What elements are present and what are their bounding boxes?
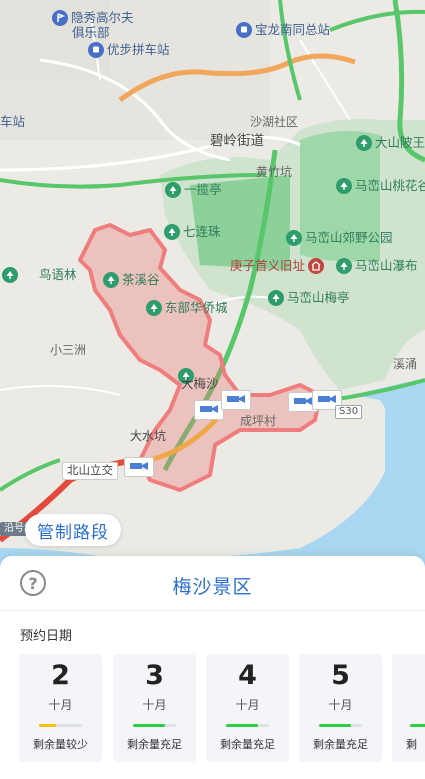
map-view[interactable]: 隐秀高尔夫 俱乐部 宝龙南同总站 优步拼车站 车站 沙湖社区 碧岭街道 大山陂王…	[0, 0, 425, 570]
tree-icon	[164, 224, 180, 240]
traffic-camera-icon[interactable]	[194, 400, 224, 420]
map-poi-dashan[interactable]: 大山陂王	[356, 135, 425, 151]
map-poi-youbu[interactable]: 优步拼车站	[88, 42, 170, 58]
map-poi-chengping: 成坪村	[240, 414, 277, 428]
date-card[interactable]: 5 十月 剩余量充足	[299, 654, 382, 762]
availability-bar	[226, 724, 269, 727]
date-day: 5	[331, 660, 350, 691]
tree-icon	[286, 230, 302, 246]
availability-status: 剩余量充足	[220, 738, 275, 751]
date-month: 十月	[48, 698, 73, 712]
bus-station-icon	[88, 42, 104, 58]
map-poi-pubu[interactable]: 马峦山瀑布	[336, 258, 418, 274]
map-poi-meiting[interactable]: 马峦山梅亭	[268, 290, 350, 306]
map-base	[0, 0, 425, 570]
map-poi-dameisha[interactable]: 大梅沙	[178, 362, 219, 391]
map-poi-dongbu[interactable]: 东部华侨城	[146, 300, 228, 316]
tree-icon	[146, 300, 162, 316]
divider	[0, 610, 425, 611]
landmark-icon	[308, 258, 325, 274]
map-poi-jiaoye[interactable]: 马峦山郊野公园	[286, 230, 393, 246]
availability-status: 剩余量充足	[313, 738, 368, 751]
sheet-title: 梅沙景区	[172, 576, 253, 598]
availability-bar	[319, 724, 362, 727]
map-poi-qilian[interactable]: 七连珠	[164, 224, 221, 240]
tree-icon	[268, 290, 284, 306]
availability-bar	[410, 724, 425, 727]
date-card[interactable]: 2 十月 剩余量较少	[19, 654, 102, 762]
availability-status: 剩	[406, 738, 417, 751]
tree-icon	[2, 267, 18, 283]
map-poi-chaxi[interactable]: 茶溪谷	[103, 272, 160, 288]
map-poi-xiaosan: 小三洲	[50, 343, 87, 357]
restricted-road-button[interactable]: 管制路段	[25, 514, 121, 546]
date-month: 十月	[328, 698, 353, 712]
tree-icon	[336, 178, 352, 194]
map-poi-dashuikeng: 大水坑	[130, 429, 167, 443]
map-poi-gengzi[interactable]: 庚子首义旧址	[230, 258, 327, 274]
map-poi-yilan[interactable]: 一揽亭	[165, 182, 222, 198]
date-card[interactable]: 剩	[392, 654, 425, 762]
date-card[interactable]: 3 十月 剩余量充足	[113, 654, 196, 762]
date-month: 十月	[142, 698, 167, 712]
date-day: 3	[145, 660, 164, 691]
tree-icon	[356, 135, 372, 151]
map-poi-yinxiu-line2: 俱乐部	[72, 25, 110, 40]
date-month: 十月	[235, 698, 260, 712]
traffic-camera-icon[interactable]	[221, 390, 251, 410]
map-poi-huangzhu: 黄竹坑	[256, 165, 293, 179]
availability-status: 剩余量较少	[33, 738, 88, 751]
availability-bar	[39, 724, 82, 727]
tree-icon	[336, 258, 352, 274]
map-poi-beishan[interactable]: 北山立交	[62, 462, 118, 480]
golf-icon	[52, 10, 68, 26]
bus-station-icon	[236, 22, 252, 38]
traffic-camera-icon[interactable]	[124, 457, 154, 477]
availability-status: 剩余量充足	[127, 738, 182, 751]
date-card[interactable]: 4 十月 剩余量充足	[206, 654, 289, 762]
map-poi-station-left[interactable]: 车站	[0, 115, 25, 129]
bottom-sheet: ? 梅沙景区 预约日期 2 十月 剩余量较少 3 十月 剩余量充足 4 十月 剩…	[0, 556, 425, 779]
tree-icon	[165, 182, 181, 198]
tree-icon	[103, 272, 119, 288]
date-day: 2	[51, 660, 70, 691]
date-label: 预约日期	[20, 629, 73, 644]
map-poi-niaoyu[interactable]: 鸟语林	[2, 267, 77, 283]
map-poi-taohua[interactable]: 马峦山桃花谷	[336, 178, 425, 194]
map-poi-biling: 碧岭街道	[210, 133, 264, 149]
date-day: 4	[238, 660, 257, 691]
availability-bar	[133, 724, 176, 727]
road-shield: S30	[335, 405, 363, 419]
map-poi-shahu: 沙湖社区	[250, 115, 299, 129]
map-poi-xiyong: 溪涌	[393, 357, 418, 371]
map-poi-yinxiu[interactable]: 隐秀高尔夫	[52, 10, 134, 26]
date-list[interactable]: 2 十月 剩余量较少 3 十月 剩余量充足 4 十月 剩余量充足 5 十月 剩余…	[19, 654, 425, 762]
map-poi-baolong[interactable]: 宝龙南同总站	[236, 22, 330, 38]
